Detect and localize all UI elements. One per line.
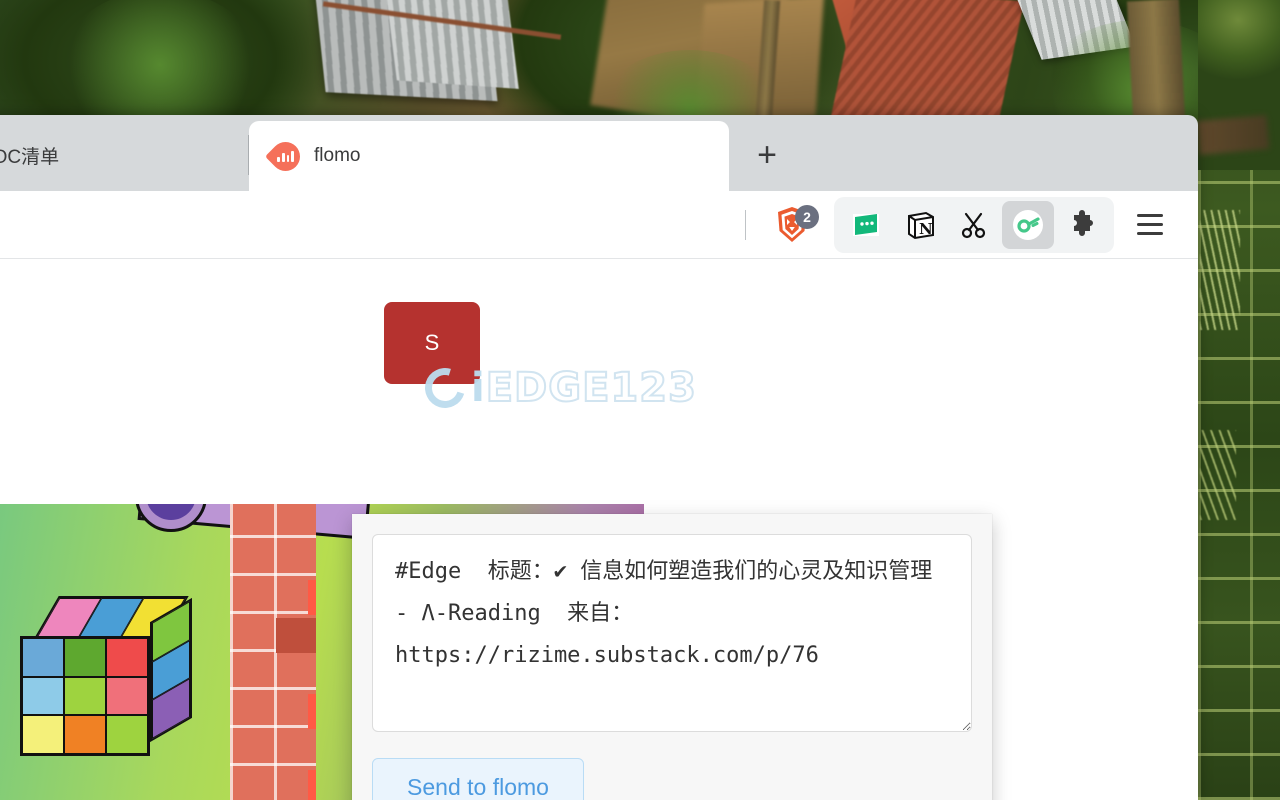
cube-side-face [150, 597, 192, 743]
extension-notion-button[interactable]: N [894, 201, 946, 249]
illustration-rubiks-cube [20, 596, 210, 756]
memo-textarea[interactable] [372, 534, 972, 732]
svg-text:N: N [919, 220, 933, 238]
illustration-brick-wall [230, 504, 316, 800]
wallpaper-tree-trunk [1126, 0, 1186, 122]
extensions-tray: N [834, 196, 1114, 253]
browser-toolbar: 2 N [0, 191, 1198, 259]
shield-badge: 2 [795, 204, 819, 229]
flomo-favicon-icon [264, 135, 307, 177]
hamburger-line [1137, 223, 1163, 226]
extension-scissors-button[interactable] [948, 201, 1000, 249]
cube-front-face [20, 636, 150, 756]
tab-label: & KOC清单 [0, 146, 60, 168]
flomo-extension-popup: Send to flomo About → [352, 514, 992, 800]
hamburger-line [1137, 232, 1163, 235]
scissors-icon [961, 212, 986, 238]
browser-menu-button[interactable] [1124, 201, 1176, 249]
page-primary-button[interactable]: S [384, 302, 480, 384]
send-to-flomo-button[interactable]: Send to flomo [372, 758, 584, 800]
green-chat-bubble-icon [853, 213, 879, 236]
extensions-puzzle-button[interactable] [1056, 201, 1108, 249]
browser-window: & KOC清单 flomo + 2 [0, 115, 1198, 800]
new-tab-button[interactable]: + [729, 119, 805, 191]
tab-koc-list[interactable]: & KOC清单 [0, 119, 248, 191]
flomo-key-icon [1013, 209, 1043, 240]
tab-label: flomo [314, 145, 361, 166]
wallpaper-grass [1200, 210, 1240, 330]
puzzle-piece-icon [1074, 209, 1093, 236]
wallpaper-grass [1200, 430, 1236, 520]
toolbar-divider [745, 209, 746, 240]
hamburger-line [1137, 214, 1163, 217]
notion-cube-icon: N [908, 211, 934, 239]
tab-strip: & KOC清单 flomo + [0, 115, 1198, 191]
brave-shield-button[interactable]: 2 [764, 200, 820, 250]
extension-flomo-button[interactable] [1002, 200, 1054, 249]
page-viewport: S iEDGE123 #Edge 标题：✔ 信息如何塑造我们的心灵及知识管理 -… [0, 259, 1198, 800]
wallpaper-brick-stain [1196, 115, 1270, 155]
wallpaper-red-roof-tiles [830, 0, 1025, 129]
watermark-text: iEDGE123 [471, 364, 697, 412]
tab-flomo[interactable]: flomo [249, 121, 729, 191]
extension-green-chat-button[interactable] [840, 201, 892, 249]
